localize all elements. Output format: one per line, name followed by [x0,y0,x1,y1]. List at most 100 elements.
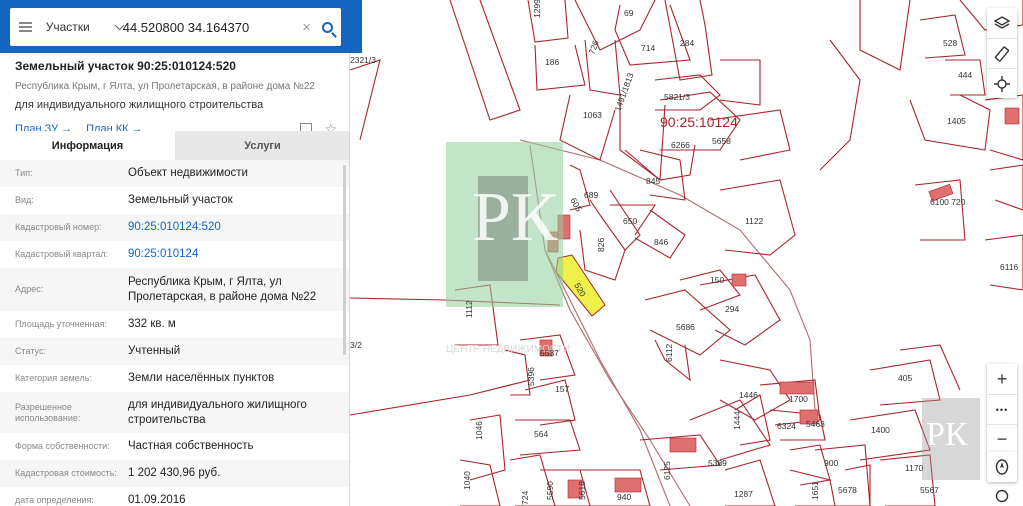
property-label: Адрес: [15,284,44,294]
parcel-title: Земельный участок 90:25:010124:520 [15,59,236,73]
parcel-number-label: 845 [646,176,660,186]
parcel-number-label: 940 [617,492,631,502]
parcel-number-label: 6100 720 [930,197,966,207]
property-label: Вид: [15,195,34,205]
parcel-number-label: 846 [654,237,668,247]
property-label: Площадь уточненная: [15,319,107,329]
parcel-number-label: 650 [623,216,637,226]
search-bar: Участки × [0,0,362,53]
property-label: Разрешенное использование: [15,401,81,423]
share-icon[interactable] [987,486,1017,506]
location-icon[interactable] [987,452,1017,482]
zoom-controls: + ••• − [987,364,1017,454]
parcel-number-label: 1287 [734,489,753,499]
watermark-letters-small: РК [926,416,968,453]
property-row: Статус: Учтенный [0,338,349,365]
map-tools [987,8,1017,98]
search-icon[interactable] [315,8,341,46]
property-value: 332 кв. м [128,318,176,330]
tab-information[interactable]: Информация [0,131,175,160]
property-row: Разрешенное использование: для индивидуал… [0,392,349,433]
tab-services[interactable]: Услуги [175,131,349,160]
property-link[interactable]: 90:25:010124 [128,247,335,262]
property-value: Земли населённых пунктов [128,372,275,384]
parcel-number-label: 5658 [712,136,731,146]
parcel-number-label: 6324 [777,421,796,431]
parcel-number-label: 5396 [526,367,536,386]
property-value: Объект недвижимости [128,167,248,179]
parcel-number-label: 5590 [545,481,555,500]
parcel-number-label: 5463 [806,419,825,429]
property-value: Учтенный [128,345,181,357]
property-row: Вид: Земельный участок [0,187,349,214]
watermark-logo-small: РК [922,398,980,480]
parcel-number-label: 726 [586,39,600,56]
parcel-number-label: 5389 [708,458,727,468]
crosshair-icon[interactable] [987,68,1017,98]
zoom-in-button[interactable]: + [987,364,1017,394]
parcel-number-label: 5618 [577,481,587,500]
parcel-number-label: 405 [898,373,912,383]
parcel-number-label: 3/2 [350,340,362,350]
property-row: дата определения: 01.09.2016 [0,487,349,506]
parcel-number-label: 1446 [739,390,758,400]
parcel-number-label: 1651 [810,481,820,500]
property-value: 1 202 430,96 руб. [128,467,221,479]
search-input[interactable] [120,9,299,45]
parcel-number-label: 444 [958,70,972,80]
more-button[interactable]: ••• [987,394,1017,424]
layer-select[interactable]: Участки [42,8,125,46]
property-row: Категория земель: Земли населённых пункто… [0,365,349,392]
parcel-number-label: 69 [624,8,634,18]
share-control [987,486,1017,506]
parcel-number-label: 284 [680,38,694,48]
parcel-number-label: 605 [568,196,584,214]
parcel-number-label: 528 [943,38,957,48]
parcel-number-label: 1040 [462,471,472,490]
property-value: Республика Крым, г Ялта, ул Пролетарская… [128,275,317,303]
panel-scrollbar[interactable] [343,165,346,355]
layers-icon[interactable] [987,8,1017,38]
parcel-number-label: 1400 [871,425,890,435]
property-value: Земельный участок [128,194,233,206]
menu-icon[interactable] [10,8,42,46]
property-value: для индивидуального жилищного строительс… [128,398,307,426]
parcel-number-label: 5678 [838,485,857,495]
property-label: Кадастровый номер: [15,222,102,232]
parcel-number-label: 157 [555,384,569,394]
parcel-number-label: 1122 [745,216,764,226]
parcel-number-label: 5821/3 [664,92,690,102]
property-link[interactable]: 90:25:010124:520 [128,220,335,235]
property-value: Частная собственность [128,440,254,452]
property-label: Категория земель: [15,373,92,383]
layer-select-value: Участки [45,20,90,34]
parcel-number-label: 5567 [920,485,939,495]
parcel-number-label: 1405 [947,116,966,126]
parcel-number-label: 150 [710,275,724,285]
ruler-icon[interactable] [987,38,1017,68]
watermark-logo: РК ЦЕНТР НЕДВИЖИМОСТИ [446,142,570,355]
property-value: 01.09.2016 [128,494,186,506]
parcel-number-label: 6116 [1000,262,1019,272]
property-label: Форма собственности: [15,441,110,451]
parcel-number-label: 714 [641,43,655,53]
watermark-letters: РК [472,179,558,256]
parcel-number-label: 1063 [583,110,602,120]
parcel-number-label: 1170 [905,463,924,473]
property-label: Тип: [15,168,33,178]
parcel-number-label: 186 [545,57,559,67]
parcel-number-label: 5686 [676,322,695,332]
property-label: Статус: [15,346,46,356]
property-table: Тип: Объект недвижимости Вид: Земельный уча… [0,160,349,506]
parcel-number-label: 1444 [732,411,742,430]
property-row: Площадь уточненная: 332 кв. м [0,311,349,338]
parcel-number-label: 689 [584,190,598,200]
parcel-number-label: 294 [725,304,739,314]
info-panel: Земельный участок 90:25:010124:520 Респу… [0,0,350,506]
parcel-number-label: 6266 [671,140,690,150]
clear-icon[interactable]: × [299,8,315,46]
zoom-out-button[interactable]: − [987,424,1017,454]
parcel-number-label: 1112 [464,300,474,318]
parcel-number-label: 724 [520,491,530,505]
property-row: Форма собственности: Частная собственност… [0,433,349,460]
